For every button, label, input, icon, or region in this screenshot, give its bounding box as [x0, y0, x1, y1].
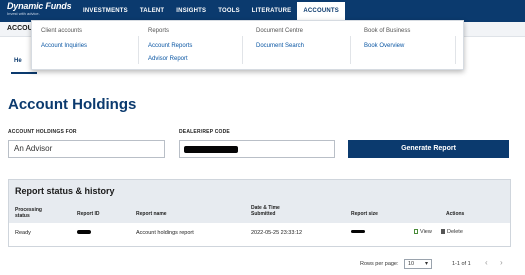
delete-label: Delete — [447, 229, 463, 235]
col-header-status: Processing status — [15, 207, 42, 219]
menu-heading-book-of-business: Book of Business — [364, 28, 411, 34]
row-date-submitted: 2022-05-25 23:33:12 — [251, 230, 303, 236]
menu-heading-reports: Reports — [148, 28, 170, 34]
nav-literature[interactable]: LITERATURE — [246, 0, 298, 22]
menu-heading-document-centre: Document Centre — [256, 28, 304, 34]
col-header-actions: Actions — [446, 211, 465, 217]
brand-tagline: Invest with advice. — [7, 11, 40, 16]
menu-link-account-reports[interactable]: Account Reports — [148, 43, 192, 49]
active-tab-indicator — [11, 72, 37, 74]
menu-heading-client-accounts: Client accounts — [41, 28, 83, 34]
brand-logo[interactable]: Dynamic Funds Invest with advice. — [7, 1, 72, 16]
menu-divider — [455, 36, 456, 64]
nav-insights[interactable]: INSIGHTS — [170, 0, 212, 22]
accounts-mega-menu: Client accounts Account Inquiries Report… — [31, 20, 464, 70]
row-report-name: Account holdings report — [136, 230, 194, 236]
report-panel-header: Report status & history Processing statu… — [9, 180, 510, 223]
col-header-date-submitted: Date & Time Submitted — [251, 205, 280, 217]
tab-home[interactable]: He — [14, 58, 22, 64]
generate-report-button[interactable]: Generate Report — [348, 140, 509, 158]
menu-link-book-overview[interactable]: Book Overview — [364, 43, 404, 49]
row-status: Ready — [15, 230, 31, 236]
holdings-for-label: ACCOUNT HOLDINGS FOR — [8, 129, 77, 135]
redacted-rep-code — [184, 146, 238, 153]
top-nav: Dynamic Funds Invest with advice. INVEST… — [0, 0, 525, 22]
document-icon — [414, 229, 418, 234]
view-label: View — [420, 229, 432, 235]
nav-tools[interactable]: TOOLS — [212, 0, 246, 22]
col-header-report-size: Report size — [351, 211, 378, 217]
dealer-rep-code-label: DEALER/REP CODE — [179, 129, 230, 135]
nav-talent[interactable]: TALENT — [134, 0, 170, 22]
dealer-rep-code-input[interactable] — [179, 140, 335, 158]
nav-items: INVESTMENTS TALENT INSIGHTS TOOLS LITERA… — [77, 0, 345, 22]
trash-icon — [441, 229, 445, 234]
report-history-panel: Report status & history Processing statu… — [8, 179, 511, 247]
report-panel-title: Report status & history — [15, 186, 115, 196]
brand-name: Dynamic Funds — [7, 1, 72, 11]
view-report-link[interactable]: View — [414, 229, 432, 235]
prev-page-icon[interactable]: ‹ — [485, 258, 488, 267]
pagination-range: 1-1 of 1 — [452, 261, 471, 267]
menu-link-account-inquiries[interactable]: Account Inquiries — [41, 43, 87, 49]
menu-divider — [138, 36, 139, 64]
menu-link-document-search[interactable]: Document Search — [256, 43, 304, 49]
chevron-down-icon: ▾ — [424, 261, 428, 267]
col-header-report-name: Report name — [136, 211, 167, 217]
redacted-report-size — [351, 230, 365, 233]
redacted-report-id — [77, 230, 91, 234]
delete-report-link[interactable]: Delete — [441, 229, 463, 235]
rows-per-page-label: Rows per page: — [360, 261, 399, 267]
next-page-icon[interactable]: › — [500, 258, 503, 267]
holdings-for-input[interactable]: An Advisor — [8, 140, 165, 158]
rows-per-page-select[interactable]: 10 ▾ — [404, 259, 432, 269]
section-label: ACCOU — [7, 25, 33, 32]
page-title: Account Holdings — [8, 96, 137, 113]
menu-link-advisor-report[interactable]: Advisor Report — [148, 56, 188, 62]
nav-accounts[interactable]: ACCOUNTS — [297, 0, 345, 22]
rows-per-page-value: 10 — [408, 261, 415, 267]
nav-investments[interactable]: INVESTMENTS — [77, 0, 134, 22]
col-header-report-id: Report ID — [77, 211, 100, 217]
menu-divider — [242, 36, 243, 64]
menu-divider — [350, 36, 351, 64]
